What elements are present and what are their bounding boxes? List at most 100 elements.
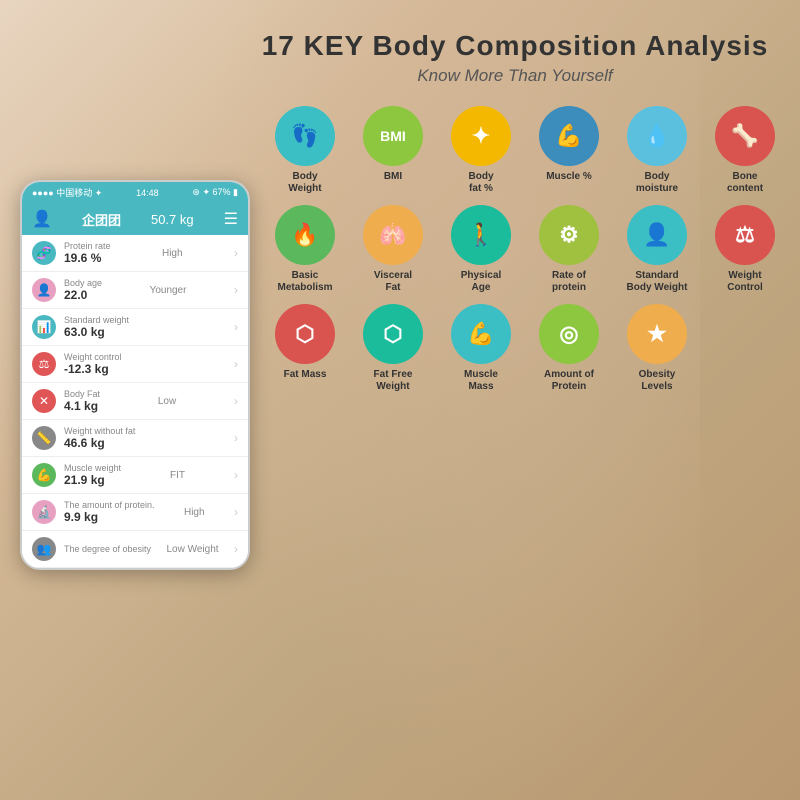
icons-grid: 👣 Body Weight BMI BMI ✦ Body fat % 💪Muscle % 💧 B…	[265, 106, 800, 393]
icon-item-physical-age[interactable]: 🚶Physical Age	[441, 205, 521, 294]
icon-circle-body-fat: ✦	[451, 106, 511, 166]
phone-row-text: Body age 22.0	[64, 278, 102, 302]
phone-row-text: Weight control -12.3 kg	[64, 352, 121, 376]
phone-row-left: ⚖ Weight control -12.3 kg	[32, 352, 121, 376]
phone-row-status: FIT	[170, 470, 185, 481]
phone-row-label: Muscle weight	[64, 463, 121, 473]
icon-item-standard-body[interactable]: 👤 Standard Body Weight	[617, 205, 697, 294]
icon-circle-rate-protein: ⚙	[539, 205, 599, 265]
icon-label-muscle-mass: Muscle Mass	[464, 369, 498, 393]
icon-circle-muscle-mass: 💪	[451, 304, 511, 364]
icon-label-body-fat: Body fat %	[469, 171, 494, 195]
chevron-right-icon: ›	[234, 542, 238, 556]
icon-item-rate-protein[interactable]: ⚙ Rate of protein	[529, 205, 609, 294]
icon-circle-physical-age: 🚶	[451, 205, 511, 265]
icon-item-bmi[interactable]: BMI BMI	[353, 106, 433, 195]
icon-item-muscle-pct[interactable]: 💪Muscle %	[529, 106, 609, 195]
chevron-right-icon: ›	[234, 394, 238, 408]
phone-time: 14:48	[136, 188, 159, 198]
icon-item-muscle-mass[interactable]: 💪 Muscle Mass	[441, 304, 521, 393]
chevron-right-icon: ›	[234, 320, 238, 334]
phone-list-item[interactable]: 💪 Muscle weight 21.9 kg FIT ›	[22, 457, 248, 494]
phone-status-bar: ●●●● 中国移动 ✦ 14:48 ⊛ ✦ 67% ▮	[22, 182, 248, 203]
icon-label-standard-body: Standard Body Weight	[627, 270, 688, 294]
icon-circle-basic-metabolism: 🔥	[275, 205, 335, 265]
icon-circle-bone-content: 🦴	[715, 106, 775, 166]
phone-list-item[interactable]: ⚖ Weight control -12.3 kg ›	[22, 346, 248, 383]
phone-row-value: -12.3 kg	[64, 362, 121, 376]
phone-row-value: 19.6 %	[64, 251, 111, 265]
icon-circle-bmi: BMI	[363, 106, 423, 166]
icon-label-fat-mass: Fat Mass	[284, 369, 327, 381]
phone-list-item[interactable]: ✕ Body Fat 4.1 kg Low ›	[22, 383, 248, 420]
phone-row-status: Low Weight	[166, 544, 218, 555]
icon-label-body-moisture: Body moisture	[636, 171, 678, 195]
icon-circle-obesity-levels: ★	[627, 304, 687, 364]
phone-row-text: Standard weight 63.0 kg	[64, 315, 129, 339]
icon-label-rate-protein: Rate of protein	[552, 270, 586, 294]
icon-item-fat-mass[interactable]: ⬡Fat Mass	[265, 304, 345, 393]
phone-row-label: Protein rate	[64, 241, 111, 251]
sub-title: Know More Than Yourself	[230, 66, 800, 86]
phone-row-value: 63.0 kg	[64, 325, 129, 339]
icon-label-body-weight: Body Weight	[288, 171, 321, 195]
phone-row-text: Muscle weight 21.9 kg	[64, 463, 121, 487]
phone-row-text: Body Fat 4.1 kg	[64, 389, 100, 413]
phone-list-item[interactable]: 🔬 The amount of protein. 9.9 kg High ›	[22, 494, 248, 531]
phone-list-item[interactable]: 📊 Standard weight 63.0 kg ›	[22, 309, 248, 346]
phone-menu-icon[interactable]: ☰	[224, 209, 238, 229]
icon-item-body-moisture[interactable]: 💧 Body moisture	[617, 106, 697, 195]
phone-row-value: 21.9 kg	[64, 473, 121, 487]
phone-row-left: 🔬 The amount of protein. 9.9 kg	[32, 500, 155, 524]
phone-row-left: 👤 Body age 22.0	[32, 278, 102, 302]
chevron-right-icon: ›	[234, 468, 238, 482]
main-content: 17 KEY Body Composition Analysis Know Mo…	[0, 0, 800, 800]
chevron-right-icon: ›	[234, 246, 238, 260]
phone-row-icon: ✕	[32, 389, 56, 413]
phone-row-value: 22.0	[64, 288, 102, 302]
icon-item-basic-metabolism[interactable]: 🔥 Basic Metabolism	[265, 205, 345, 294]
chevron-right-icon: ›	[234, 505, 238, 519]
icon-item-fat-free-weight[interactable]: ⬡ Fat Free Weight	[353, 304, 433, 393]
phone-row-value: 9.9 kg	[64, 510, 155, 524]
phone-row-left: 💪 Muscle weight 21.9 kg	[32, 463, 121, 487]
phone-list-item[interactable]: 📏 Weight without fat 46.6 kg ›	[22, 420, 248, 457]
phone-row-text: The amount of protein. 9.9 kg	[64, 500, 155, 524]
icon-circle-body-moisture: 💧	[627, 106, 687, 166]
phone-row-label: Weight control	[64, 352, 121, 362]
icon-item-bone-content[interactable]: 🦴 Bone content	[705, 106, 785, 195]
icon-item-body-fat[interactable]: ✦ Body fat %	[441, 106, 521, 195]
icon-item-visceral-fat[interactable]: 🫁Visceral Fat	[353, 205, 433, 294]
icon-circle-body-weight: 👣	[275, 106, 335, 166]
phone-row-status: Low	[158, 396, 176, 407]
phone-row-left: 👥 The degree of obesity	[32, 537, 151, 561]
phone-list-item[interactable]: 👤 Body age 22.0 Younger ›	[22, 272, 248, 309]
icon-circle-amount-protein: ◎	[539, 304, 599, 364]
icon-item-obesity-levels[interactable]: ★Obesity Levels	[617, 304, 697, 393]
icon-circle-fat-free-weight: ⬡	[363, 304, 423, 364]
chevron-right-icon: ›	[234, 357, 238, 371]
phone-carrier: ●●●● 中国移动 ✦	[32, 186, 102, 199]
icon-circle-muscle-pct: 💪	[539, 106, 599, 166]
icon-circle-standard-body: 👤	[627, 205, 687, 265]
phone-row-label: Standard weight	[64, 315, 129, 325]
phone-row-icon: 💪	[32, 463, 56, 487]
phone-row-label: Body age	[64, 278, 102, 288]
icon-item-amount-protein[interactable]: ◎Amount of Protein	[529, 304, 609, 393]
icon-item-weight-control[interactable]: ⚖Weight Control	[705, 205, 785, 294]
icon-circle-weight-control: ⚖	[715, 205, 775, 265]
phone-row-label: The degree of obesity	[64, 544, 151, 554]
icon-label-bone-content: Bone content	[727, 171, 763, 195]
phone-row-icon: 📏	[32, 426, 56, 450]
phone-row-icon: 👤	[32, 278, 56, 302]
phone-list-item[interactable]: 👥 The degree of obesity Low Weight ›	[22, 531, 248, 568]
phone-list-item[interactable]: 🧬 Protein rate 19.6 % High ›	[22, 235, 248, 272]
phone-row-value: 4.1 kg	[64, 399, 100, 413]
icon-label-fat-free-weight: Fat Free Weight	[374, 369, 413, 393]
phone-row-left: 📏 Weight without fat 46.6 kg	[32, 426, 135, 450]
icon-item-body-weight[interactable]: 👣 Body Weight	[265, 106, 345, 195]
phone-row-status: High	[162, 248, 183, 259]
phone-row-status: High	[184, 507, 205, 518]
icon-label-basic-metabolism: Basic Metabolism	[277, 270, 332, 294]
icon-label-bmi: BMI	[384, 171, 402, 183]
